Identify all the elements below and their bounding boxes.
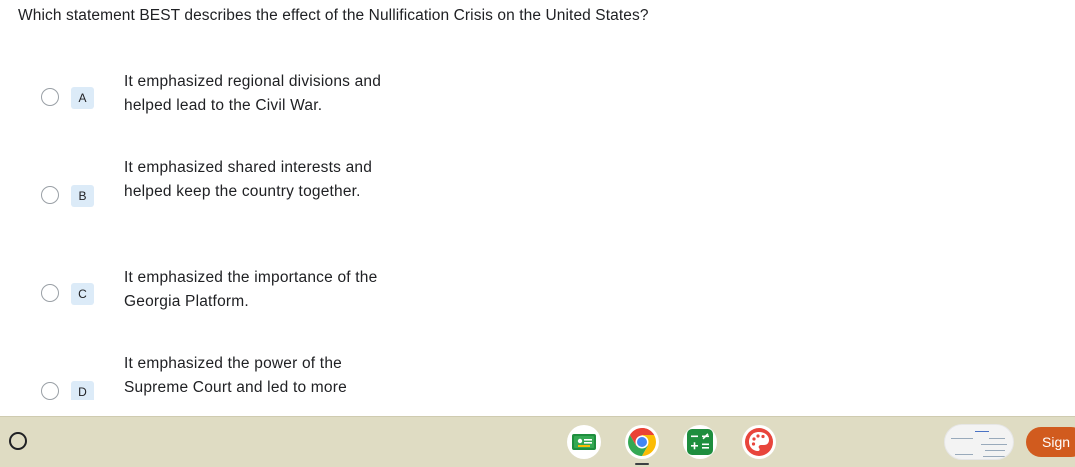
launcher-icon — [9, 432, 27, 450]
question-text: Which statement BEST describes the effec… — [18, 7, 649, 24]
option-d-text: It emphasized the power of the Supreme C… — [124, 355, 347, 396]
option-d-radio[interactable] — [41, 382, 59, 400]
os-shelf: Sign — [0, 416, 1075, 467]
chrome-icon[interactable] — [624, 424, 660, 460]
option-d-letter: D — [71, 381, 94, 400]
option-b-letter: B — [71, 185, 94, 207]
chrome-active-indicator — [635, 463, 649, 465]
option-c-radio[interactable] — [41, 284, 59, 302]
launcher-button[interactable] — [2, 425, 34, 457]
calculator-icon[interactable] — [682, 424, 718, 460]
option-d[interactable]: D It emphasized the power of the Supreme… — [0, 352, 600, 400]
paint-palette-icon[interactable] — [741, 424, 777, 460]
option-b[interactable]: B It emphasized shared interests and hel… — [0, 156, 600, 236]
option-a-radio[interactable] — [41, 88, 59, 106]
screen-capture-thumbnail[interactable] — [944, 424, 1014, 460]
option-b-text: It emphasized shared interests and helpe… — [124, 159, 373, 200]
option-c-letter: C — [71, 283, 94, 305]
option-c[interactable]: C It emphasized the importance of the Ge… — [0, 266, 600, 326]
quiz-area: Which statement BEST describes the effec… — [0, 0, 1075, 400]
option-c-text: It emphasized the importance of the Geor… — [124, 269, 378, 310]
sign-in-button[interactable]: Sign — [1026, 427, 1075, 457]
option-b-radio[interactable] — [41, 186, 59, 204]
google-classroom-icon[interactable] — [566, 424, 602, 460]
option-a-letter: A — [71, 87, 94, 109]
option-a-text: It emphasized regional divisions and hel… — [124, 73, 382, 114]
option-a[interactable]: A It emphasized regional divisions and h… — [0, 70, 600, 130]
